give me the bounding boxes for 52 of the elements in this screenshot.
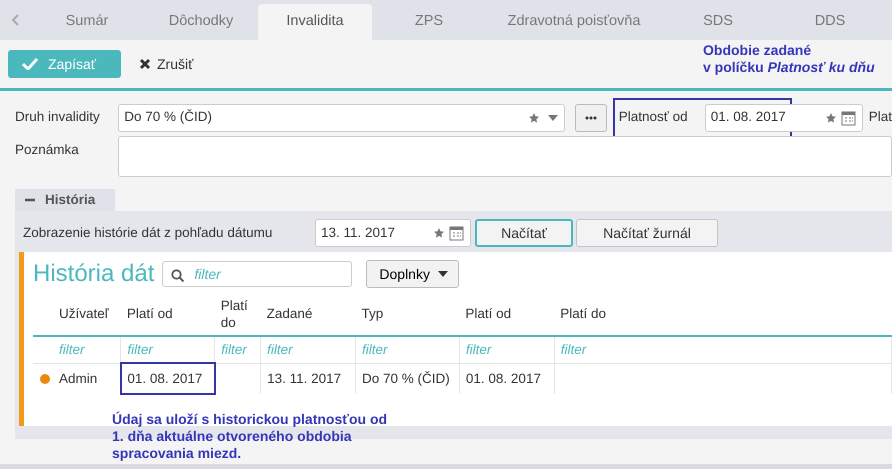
star-icon <box>528 112 540 124</box>
field-label: Druh invalidity <box>15 108 101 126</box>
table-cell-text: Admin <box>59 370 98 388</box>
date-field[interactable]: 13. 11. 2017 <box>315 219 471 247</box>
date-field[interactable]: 01. 08. 2017 <box>704 104 863 132</box>
tab[interactable]: Zdravotná poisťovňa <box>486 4 662 40</box>
field-label: Platnosť od <box>618 108 689 126</box>
tab[interactable]: Sumár <box>30 4 144 40</box>
close-icon <box>139 58 151 70</box>
dropdown-button[interactable]: Doplnky <box>366 260 459 288</box>
more-button[interactable] <box>574 104 607 132</box>
search-field[interactable]: filter <box>162 261 352 287</box>
check-icon <box>22 58 38 70</box>
tab[interactable]: SDS <box>662 4 774 40</box>
tab[interactable]: DDS <box>774 4 886 40</box>
calendar-icon <box>449 225 464 241</box>
tab[interactable]: Dôchodky <box>144 4 258 40</box>
field-label: Poznámka <box>15 141 80 159</box>
caret-icon <box>438 271 448 277</box>
load-button[interactable]: Načítať <box>475 219 573 247</box>
section-header[interactable]: História <box>15 189 115 211</box>
table-cell: 01. 08. 2017 <box>120 363 215 394</box>
select-field[interactable]: Do 70 % (ČID) <box>118 104 565 132</box>
load-button[interactable]: Načítať žurnál <box>576 219 718 247</box>
cancel-button[interactable]: Zrušiť <box>135 54 198 74</box>
annotation-text: Obdobie zadané v políčku Platnosť ku dňu <box>703 42 875 76</box>
calendar-icon <box>840 110 856 126</box>
table-cell: 01. 08. 2017 <box>459 363 554 394</box>
field-label: Plat <box>868 108 892 126</box>
field-value: Do 70 % (ČID) <box>124 108 212 126</box>
table-cell: Do 70 % (ČID) <box>355 363 460 394</box>
star-icon <box>824 112 837 124</box>
field-value: 13. 11. 2017 <box>321 224 396 242</box>
ellipsis-icon <box>584 116 597 120</box>
caret-icon <box>548 114 558 120</box>
column-header[interactable]: Platí od <box>459 294 554 336</box>
column-header[interactable]: Platí do <box>214 294 261 336</box>
panel-title: História dát <box>33 259 154 289</box>
table-cell: 13. 11. 2017 <box>260 363 356 394</box>
note-field[interactable] <box>118 136 892 177</box>
column-header[interactable]: Platí od <box>120 294 215 336</box>
annotation-text: Údaj sa uloží s historickou platnosťou od 1. dňa aktuálne otvoreného obdobia spracovania miezd. <box>112 411 388 462</box>
field-value: 01. 08. 2017 <box>710 108 786 126</box>
column-header[interactable]: Zadané <box>260 294 356 336</box>
field-label: Zobrazenie histórie dát z pohľadu dátumu <box>23 224 274 242</box>
column-header[interactable]: Platí do <box>554 294 892 336</box>
star-icon <box>433 227 445 239</box>
tab[interactable]: Invalidita <box>258 4 372 40</box>
section-title: História <box>45 190 96 209</box>
tab[interactable]: ZPS <box>372 4 486 40</box>
column-header[interactable]: Užívateľ <box>33 294 121 336</box>
column-header[interactable]: Typ <box>355 294 460 336</box>
